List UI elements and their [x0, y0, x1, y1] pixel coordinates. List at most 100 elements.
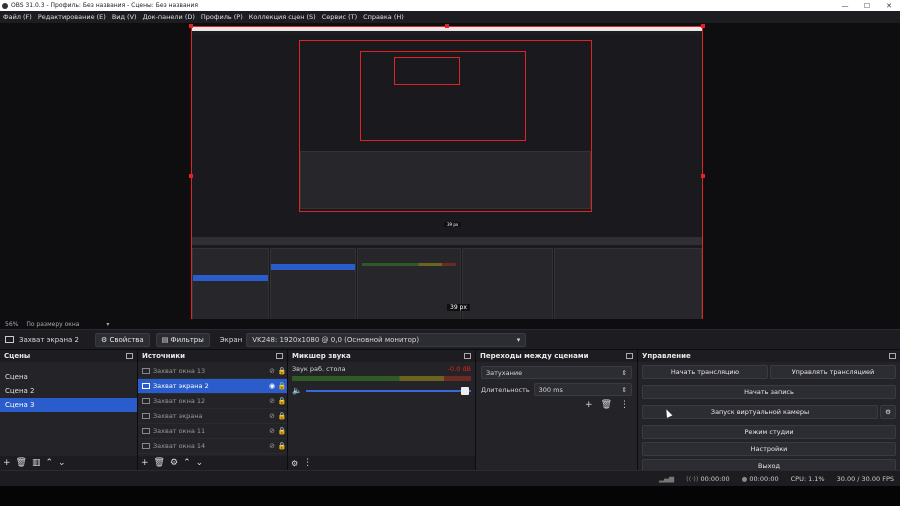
arrow-up-icon[interactable]: ⌃	[46, 458, 54, 468]
menu-file[interactable]: Файл (F)	[0, 13, 35, 21]
scene-item[interactable]: Сцена	[0, 370, 137, 384]
start-stream-button[interactable]: Начать трансляцию	[642, 365, 768, 379]
virtual-camera-settings-button[interactable]: ⚙	[880, 405, 896, 419]
menu-scene-collection[interactable]: Коллекция сцен (S)	[246, 13, 319, 21]
eye-hidden-icon[interactable]: ⊘	[267, 367, 277, 375]
add-icon[interactable]: +	[3, 458, 11, 468]
sources-dock: Источники Захват окна 13 ⊘ 🔒 Захват экрана…	[138, 350, 288, 470]
source-label: Захват экрана 2	[153, 382, 209, 390]
record-time: 00:00:00	[749, 474, 779, 483]
resize-handle-ml[interactable]	[189, 174, 193, 178]
signal-icon: ▂▄▆	[659, 474, 675, 483]
preview-area[interactable]: 39 px 39 px	[0, 23, 900, 328]
resize-handle-tr[interactable]	[701, 24, 705, 28]
menu-docks[interactable]: Док-панели (D)	[140, 13, 198, 21]
nested-source-toolbar	[192, 237, 702, 245]
add-icon[interactable]: +	[141, 458, 149, 468]
lock-icon[interactable]: 🔒	[277, 382, 287, 390]
transition-select[interactable]: Затухание ⇕	[481, 366, 632, 379]
chevron-down-icon[interactable]: ▾	[106, 321, 109, 328]
size-label: 39 px	[447, 304, 470, 311]
arrow-down-icon[interactable]: ⌄	[196, 458, 204, 468]
minimize-icon[interactable]: —	[834, 2, 856, 10]
nested-size-label: 39 px	[444, 222, 462, 227]
resize-handle-tl[interactable]	[189, 24, 193, 28]
source-item[interactable]: Захват окна 12 ⊘ 🔒	[138, 394, 287, 409]
menu-bar: Файл (F) Редактирование (E) Вид (V) Док-…	[0, 11, 900, 23]
menu-edit[interactable]: Редактирование (E)	[35, 13, 109, 21]
trash-icon[interactable]: 🗑	[16, 458, 27, 468]
nested-active-source	[271, 264, 355, 270]
start-record-button[interactable]: Начать запись	[642, 385, 896, 399]
lock-icon[interactable]: 🔒	[277, 412, 287, 420]
properties-button[interactable]: ⚙ Свойства	[95, 332, 150, 347]
advanced-audio-icon[interactable]: ⚙	[291, 459, 298, 468]
menu-view[interactable]: Вид (V)	[109, 13, 140, 21]
eye-hidden-icon[interactable]: ⊘	[267, 412, 277, 420]
gear-icon[interactable]: ⚙	[170, 458, 178, 468]
studio-mode-button[interactable]: Режим студии	[642, 425, 896, 439]
eye-icon[interactable]: ◉	[267, 382, 277, 390]
source-item[interactable]: Захват экрана ⊘ 🔒	[138, 409, 287, 424]
close-icon[interactable]: ✕	[878, 2, 900, 10]
zoom-mode[interactable]: По размеру окна	[26, 321, 106, 328]
title-bar: OBS 31.0.3 - Профиль: Без названия - Сце…	[0, 0, 900, 11]
nested-preview-canvas-2	[360, 51, 526, 141]
speaker-icon[interactable]: 🔈	[292, 386, 302, 395]
lock-icon[interactable]: 🔒	[277, 367, 287, 375]
eye-hidden-icon[interactable]: ⊘	[267, 397, 277, 405]
resize-handle-tm[interactable]	[445, 24, 449, 28]
more-vertical-icon[interactable]: ⋮	[303, 458, 312, 468]
settings-button[interactable]: Настройки	[642, 442, 896, 456]
add-icon[interactable]: +	[585, 400, 593, 410]
undock-icon[interactable]	[276, 353, 283, 359]
eye-hidden-icon[interactable]: ⊘	[267, 442, 277, 450]
arrow-up-icon[interactable]: ⌃	[183, 458, 191, 468]
status-bar: ▂▄▆ ((·)) 00:00:00 ● 00:00:00 CPU: 1.1% …	[0, 470, 900, 486]
source-item[interactable]: Захват окна 14 ⊘ 🔒	[138, 439, 287, 454]
filters-button[interactable]: ▤ Фильтры	[155, 332, 210, 347]
source-item[interactable]: Захват окна 11 ⊘ 🔒	[138, 424, 287, 439]
volume-slider[interactable]	[305, 386, 471, 395]
screen-select[interactable]: VK248: 1920x1080 @ 0,0 (Основной монитор…	[246, 332, 527, 347]
lock-icon[interactable]: 🔒	[277, 442, 287, 450]
duration-value: 300 ms	[538, 385, 563, 394]
volume-slider-knob[interactable]	[461, 386, 469, 395]
monitor-icon	[5, 336, 14, 343]
window-icon	[142, 443, 150, 449]
source-item-active[interactable]: Захват экрана 2 ◉ 🔒	[138, 379, 287, 394]
stream-time: 00:00:00	[700, 474, 730, 483]
cpu-usage: CPU: 1.1%	[790, 474, 825, 483]
window-icon	[142, 428, 150, 434]
menu-help[interactable]: Справка (H)	[360, 13, 407, 21]
scene-item-active[interactable]: Сцена 3	[0, 398, 137, 412]
undock-icon[interactable]	[464, 353, 471, 359]
undock-icon[interactable]	[126, 353, 133, 359]
virtual-camera-button[interactable]: Запуск виртуальной камеры	[642, 405, 878, 419]
undock-icon[interactable]	[889, 353, 896, 359]
more-vertical-icon[interactable]: ⋮	[620, 400, 629, 410]
nested-active-scene	[193, 275, 268, 281]
lock-icon[interactable]: 🔒	[277, 397, 287, 405]
menu-profile[interactable]: Профиль (P)	[198, 13, 246, 21]
lock-icon[interactable]: 🔒	[277, 427, 287, 435]
transitions-header: Переходы между сценами	[476, 350, 637, 362]
scene-item[interactable]: Сцена 2	[0, 384, 137, 398]
source-label: Захват окна 14	[153, 442, 206, 450]
source-item[interactable]: Захват окна 13 ⊘ 🔒	[138, 364, 287, 379]
trash-icon[interactable]: 🗑	[601, 400, 612, 410]
nested-transitions-dock	[462, 248, 553, 323]
trash-icon[interactable]: 🗑	[154, 458, 165, 468]
undock-icon[interactable]	[626, 353, 633, 359]
maximize-icon[interactable]: ☐	[856, 2, 878, 10]
preview-canvas[interactable]: 39 px	[191, 26, 703, 326]
menu-tools[interactable]: Сервис (T)	[319, 13, 360, 21]
taskbar-strip	[0, 486, 900, 506]
transition-selected: Затухание	[486, 368, 523, 377]
eye-hidden-icon[interactable]: ⊘	[267, 427, 277, 435]
filter-icon[interactable]: ▥	[32, 458, 41, 468]
arrow-down-icon[interactable]: ⌄	[58, 458, 66, 468]
manage-stream-button[interactable]: Управлять трансляцией	[770, 365, 896, 379]
resize-handle-mr[interactable]	[701, 174, 705, 178]
duration-spinbox[interactable]: 300 ms ⇕	[533, 383, 632, 396]
